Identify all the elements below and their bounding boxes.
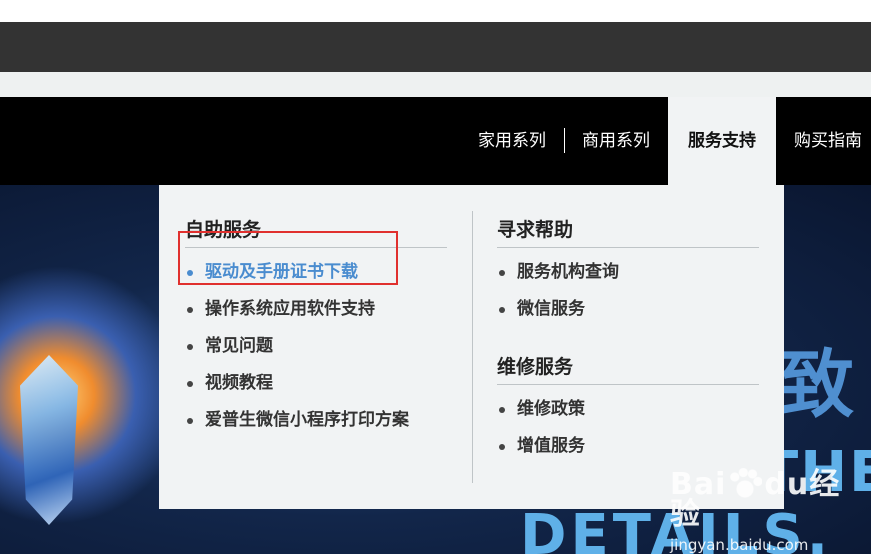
- bullet-icon: [187, 307, 193, 313]
- link-wechat-service[interactable]: 微信服务: [497, 291, 759, 328]
- paw-icon: [728, 468, 763, 498]
- repair-service-group: 维修服务 维修政策 增值服务: [497, 352, 759, 465]
- nav-item-service-support[interactable]: 服务支持: [668, 97, 776, 185]
- watermark-logo: Bai du经验: [670, 467, 841, 532]
- service-support-dropdown: 自助服务 驱动及手册证书下载 操作系统应用软件支持 常见问题 视频教程 爱普生微…: [159, 185, 784, 509]
- watermark-url: jingyan.baidu.com: [670, 536, 809, 554]
- link-wechat-miniprogram-printing[interactable]: 爱普生微信小程序打印方案: [185, 402, 447, 439]
- seek-help-list: 服务机构查询 微信服务: [497, 254, 759, 328]
- nav-item-home-series[interactable]: 家用系列: [460, 97, 564, 185]
- link-faq[interactable]: 常见问题: [185, 328, 447, 365]
- main-navbar: 家用系列 商用系列 服务支持 购买指南: [0, 97, 871, 185]
- bullet-icon: [187, 270, 193, 276]
- bullet-icon: [499, 307, 505, 313]
- top-dark-bar: [0, 22, 871, 72]
- self-service-group: 自助服务 驱动及手册证书下载 操作系统应用软件支持 常见问题 视频教程 爱普生微…: [185, 215, 447, 439]
- top-blank-bar: [0, 0, 871, 22]
- link-repair-policy[interactable]: 维修政策: [497, 391, 759, 428]
- baidu-jingyan-watermark: Bai du经验 jingyan.baidu.com: [670, 468, 871, 554]
- nav-menu: 家用系列 商用系列 服务支持 购买指南: [460, 97, 871, 185]
- column-divider: [472, 211, 473, 483]
- nav-item-business-series[interactable]: 商用系列: [564, 97, 668, 185]
- bullet-icon: [499, 444, 505, 450]
- nav-item-purchase-guide[interactable]: 购买指南: [776, 97, 871, 185]
- link-video-tutorials[interactable]: 视频教程: [185, 365, 447, 402]
- bullet-icon: [187, 381, 193, 387]
- hero-crystal-image: [20, 355, 78, 525]
- bullet-icon: [499, 407, 505, 413]
- repair-service-title: 维修服务: [497, 352, 759, 385]
- link-os-software-support[interactable]: 操作系统应用软件支持: [185, 291, 447, 328]
- self-service-list: 驱动及手册证书下载 操作系统应用软件支持 常见问题 视频教程 爱普生微信小程序打…: [185, 254, 447, 439]
- hero-char: 致: [780, 342, 854, 428]
- bullet-icon: [499, 270, 505, 276]
- bullet-icon: [187, 344, 193, 350]
- header-gap: [0, 72, 871, 97]
- self-service-title: 自助服务: [185, 215, 447, 248]
- link-driver-manual-download[interactable]: 驱动及手册证书下载: [185, 254, 447, 291]
- seek-help-group: 寻求帮助 服务机构查询 微信服务: [497, 215, 759, 328]
- bullet-icon: [187, 418, 193, 424]
- link-value-added-service[interactable]: 增值服务: [497, 428, 759, 465]
- seek-help-title: 寻求帮助: [497, 215, 759, 248]
- link-service-center-lookup[interactable]: 服务机构查询: [497, 254, 759, 291]
- repair-service-list: 维修政策 增值服务: [497, 391, 759, 465]
